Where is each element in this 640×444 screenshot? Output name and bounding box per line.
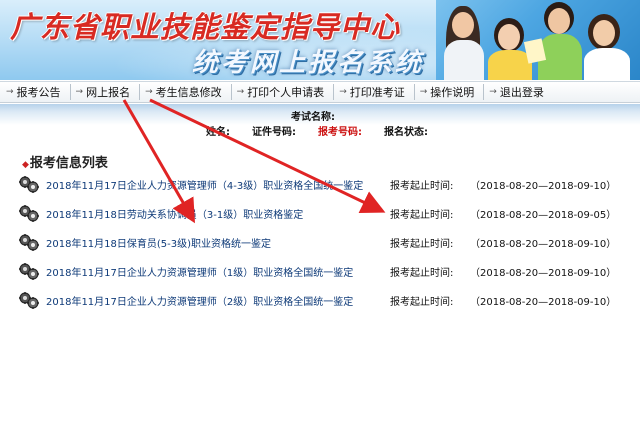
system-subtitle: 统考网上报名系统: [192, 48, 425, 78]
exam-link[interactable]: 2018年11月18日劳动关系协调员（3-1级）职业资格鉴定: [46, 206, 303, 221]
nav-label: 退出登录: [499, 86, 544, 99]
nav-label: 打印个人申请表: [247, 86, 325, 99]
nav-announcement[interactable]: → 报考公告: [4, 83, 67, 101]
nav-divider: [483, 84, 485, 100]
nav-divider: [413, 84, 415, 100]
arrow-right-icon: →: [489, 87, 497, 97]
arrow-right-icon: →: [145, 87, 153, 97]
banner-photo: [436, 0, 640, 80]
bullet-icon: ◆: [22, 160, 29, 170]
exam-number-label: 报考号码:: [318, 127, 362, 138]
id-number-label: 证件号码:: [252, 127, 296, 138]
period-value: （2018-08-20—2018-09-10）: [470, 268, 617, 279]
period-label: 报考起止时间:: [390, 239, 454, 250]
period-label: 报考起止时间:: [390, 297, 454, 308]
gears-icon: [19, 176, 39, 193]
arrow-right-icon: →: [236, 87, 245, 97]
photo-person-2-body: [488, 50, 532, 80]
period-value: （2018-08-20—2018-09-05）: [470, 210, 617, 221]
arrow-right-icon: →: [6, 87, 14, 97]
list-item: 2018年11月18日保育员(5-3级)职业资格统一鉴定 报考起止时间: （20…: [0, 230, 640, 252]
nav-label: 打印准考证: [349, 86, 405, 99]
exam-list-title: ◆报考信息列表: [22, 152, 108, 171]
photo-person-3-face: [548, 8, 570, 34]
period-value: （2018-08-20—2018-09-10）: [470, 239, 617, 250]
list-item: 2018年11月17日企业人力资源管理师（4-3级）职业资格全国统一鉴定 报考起…: [0, 172, 640, 194]
nav-label: 考生信息修改: [155, 86, 222, 99]
exam-list-title-text: 报考信息列表: [29, 156, 108, 171]
gears-icon: [19, 205, 39, 222]
exam-link[interactable]: 2018年11月17日企业人力资源管理师（1级）职业资格全国统一鉴定: [46, 264, 353, 279]
exam-name-label: 考试名称:: [291, 112, 335, 123]
exam-link[interactable]: 2018年11月17日企业人力资源管理师（2级）职业资格全国统一鉴定: [46, 293, 353, 308]
nav-label: 操作说明: [430, 86, 475, 99]
period-label: 报考起止时间:: [390, 268, 454, 279]
list-item: 2018年11月17日企业人力资源管理师（2级）职业资格全国统一鉴定 报考起止时…: [0, 288, 640, 310]
photo-person-2-face: [498, 24, 520, 50]
list-item: 2018年11月18日劳动关系协调员（3-1级）职业资格鉴定 报考起止时间: （…: [0, 201, 640, 223]
nav-divider: [139, 84, 141, 100]
photo-person-4-face: [593, 20, 615, 46]
period-label: 报考起止时间:: [390, 210, 454, 221]
period-label: 报考起止时间:: [390, 181, 454, 192]
header-banner: 广东省职业技能鉴定指导中心 统考网上报名系统: [0, 0, 640, 80]
exam-link[interactable]: 2018年11月17日企业人力资源管理师（4-3级）职业资格全国统一鉴定: [46, 177, 363, 192]
gears-icon: [19, 234, 39, 251]
period-value: （2018-08-20—2018-09-10）: [470, 181, 617, 192]
candidate-info-row: 姓名: 证件号码: 报考号码: 报名状态:: [206, 123, 428, 138]
nav-logout[interactable]: → 退出登录: [487, 83, 550, 101]
site-title: 广东省职业技能鉴定指导中心: [10, 10, 401, 44]
exam-link[interactable]: 2018年11月18日保育员(5-3级)职业资格统一鉴定: [46, 235, 271, 250]
nav-divider: [69, 84, 71, 100]
main-nav: → 报考公告 → 网上报名 → 考生信息修改 → 打印个人申请表 → 打印准考证…: [0, 81, 640, 103]
arrow-right-icon: →: [419, 87, 428, 97]
photo-person-1-face: [452, 12, 474, 38]
photo-person-4-body: [584, 48, 630, 80]
name-label: 姓名:: [206, 127, 230, 138]
nav-divider: [230, 84, 232, 100]
period-value: （2018-08-20—2018-09-10）: [470, 297, 617, 308]
registration-status-label: 报名状态:: [384, 127, 428, 138]
gears-icon: [19, 263, 39, 280]
candidate-info-strip: 考试名称: 姓名: 证件号码: 报考号码: 报名状态:: [0, 104, 640, 142]
nav-label: 报考公告: [16, 86, 61, 99]
gears-icon: [19, 292, 39, 309]
photo-person-1-body: [444, 40, 484, 80]
nav-edit-candidate-info[interactable]: → 考生信息修改: [143, 83, 228, 101]
nav-label: 网上报名: [86, 86, 131, 99]
arrow-right-icon: →: [75, 87, 84, 97]
nav-print-application[interactable]: → 打印个人申请表: [235, 83, 331, 101]
nav-divider: [333, 84, 335, 100]
nav-online-registration[interactable]: → 网上报名: [74, 83, 137, 101]
nav-print-admission-ticket[interactable]: → 打印准考证: [337, 83, 411, 101]
arrow-right-icon: →: [339, 87, 347, 97]
nav-instructions[interactable]: → 操作说明: [418, 83, 481, 101]
list-item: 2018年11月17日企业人力资源管理师（1级）职业资格全国统一鉴定 报考起止时…: [0, 259, 640, 281]
